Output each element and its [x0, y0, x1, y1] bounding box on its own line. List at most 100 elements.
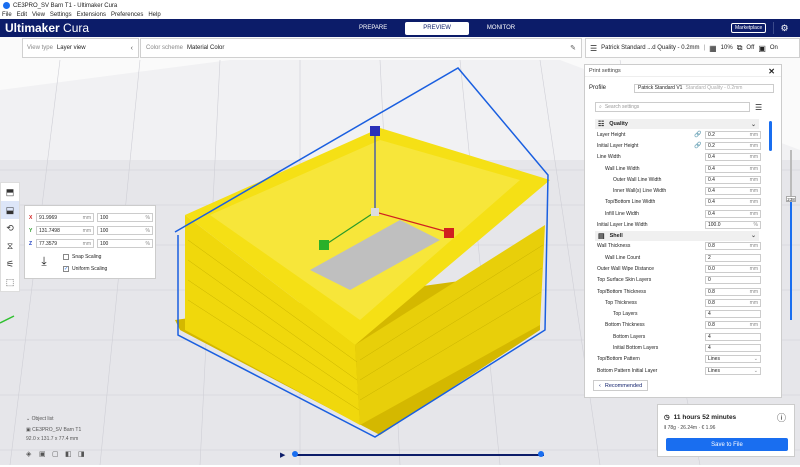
search-icon: ⌕: [599, 104, 602, 110]
path-slider-start-handle[interactable]: [292, 451, 298, 457]
setting-row: Wall Line Count 2: [595, 252, 761, 263]
settings-search-input[interactable]: ⌕ Search settings: [595, 102, 750, 112]
print-setup-bar[interactable]: ☰ Patrick Standard ...d Quality - 0.2mm …: [585, 38, 800, 58]
close-icon[interactable]: ✕: [768, 67, 775, 76]
checkbox-icon: [63, 254, 69, 260]
setting-row: Top/Bottom Line Width 0.4 mm: [595, 197, 761, 208]
setting-value-input[interactable]: 4: [705, 332, 761, 341]
setting-value-input[interactable]: 0.8 mm: [705, 242, 761, 251]
setting-row: Initial Layer Line Width 100.0%: [595, 219, 761, 230]
view-left-icon[interactable]: ◧: [65, 450, 76, 460]
print-settings-panel: Print settings ✕ Profile Patrick Standar…: [584, 64, 782, 398]
setting-value-input[interactable]: 2: [705, 253, 761, 262]
tab-preview[interactable]: PREVIEW: [405, 21, 469, 35]
tab-prepare[interactable]: PREPARE: [341, 22, 405, 35]
setting-value-input[interactable]: 4: [705, 343, 761, 352]
snap-scaling-checkbox[interactable]: Snap Scaling: [63, 254, 101, 260]
info-icon[interactable]: ⓘ: [777, 411, 786, 424]
setting-value-input[interactable]: Lines ⌄: [705, 366, 761, 375]
lower-model-icon[interactable]: ⤓: [35, 254, 53, 274]
settings-list: ☷ Quality ⌄ Layer Height 🔗 0.2 mm Initial La…: [595, 119, 761, 376]
setting-row: Infill Line Width 0.4 mm: [595, 208, 761, 219]
scale-panel: X 91.9969 mm 100% Y 131.7498 mm 100% Z 77.…: [24, 205, 156, 279]
layer-slider-handle[interactable]: 238: [786, 196, 796, 202]
setting-row: Top/Bottom Pattern Lines ⌄: [595, 354, 761, 365]
object-list-toggle[interactable]: ⌄ Object list: [26, 414, 81, 425]
setting-value-input[interactable]: 0.2 mm: [705, 130, 761, 139]
scale-z-pct-input[interactable]: 100%: [97, 239, 153, 248]
setting-value-input[interactable]: 0.4 mm: [705, 209, 761, 218]
profile-label: Profile: [589, 85, 607, 91]
scale-x-mm-input[interactable]: 91.9969 mm: [36, 213, 94, 222]
profile-row: Profile Patrick Standard V1 Standard Qua…: [589, 83, 775, 93]
menu-view[interactable]: View: [32, 12, 45, 18]
support-blocker-icon[interactable]: ⬚: [1, 273, 19, 291]
account-menu-icon[interactable]: ⚙: [773, 22, 795, 34]
menu-preferences[interactable]: Preferences: [111, 12, 143, 18]
setting-row: Top Layers 4: [595, 308, 761, 319]
view-front-icon[interactable]: ▣: [39, 450, 50, 460]
axis-z-label: Z: [29, 240, 33, 247]
link-icon[interactable]: 🔗: [694, 131, 701, 138]
setting-value-input[interactable]: 0.4 mm: [705, 153, 761, 162]
move-tool-icon[interactable]: ⬒: [1, 183, 19, 201]
settings-scrollbar[interactable]: [769, 121, 772, 151]
save-to-file-button[interactable]: Save to File: [666, 438, 788, 451]
uniform-scaling-checkbox[interactable]: ✓ Uniform Scaling: [63, 266, 107, 272]
setting-value-input[interactable]: 0.8 mm: [705, 287, 761, 296]
category-quality[interactable]: ☷ Quality ⌄: [595, 119, 759, 129]
setting-value-input[interactable]: 0.2 mm: [705, 141, 761, 150]
chevron-left-icon[interactable]: ‹: [131, 45, 133, 52]
scale-row-y: Y 131.7498 mm 100%: [29, 226, 156, 235]
view-type-selector[interactable]: View type Layer view ‹: [22, 38, 139, 58]
recommended-button[interactable]: ‹ Recommended: [593, 380, 649, 391]
setting-value-input[interactable]: Lines ⌄: [705, 355, 761, 364]
layer-slider[interactable]: [790, 150, 792, 320]
color-scheme-selector[interactable]: Color scheme Material Color ✎: [140, 38, 582, 58]
tab-monitor[interactable]: MONITOR: [469, 22, 533, 35]
adhesion-icon: ▣: [758, 43, 766, 53]
scale-y-pct-input[interactable]: 100%: [97, 226, 153, 235]
view-top-icon[interactable]: ▢: [52, 450, 63, 460]
menu-settings[interactable]: Settings: [50, 12, 72, 18]
mirror-tool-icon[interactable]: ⧖: [1, 237, 19, 255]
per-model-settings-icon[interactable]: ⚟: [1, 255, 19, 273]
scale-x-pct-input[interactable]: 100%: [97, 213, 153, 222]
setting-value-input[interactable]: 100.0%: [705, 221, 761, 230]
setting-value-input[interactable]: 0.4 mm: [705, 187, 761, 196]
setting-value-input[interactable]: 0.4 mm: [705, 164, 761, 173]
menu-file[interactable]: File: [2, 12, 12, 18]
view-3d-icon[interactable]: ◈: [26, 450, 37, 460]
path-slider-handle[interactable]: [538, 451, 544, 457]
marketplace-button[interactable]: Marketplace: [731, 23, 767, 33]
setting-value-input[interactable]: 4: [705, 310, 761, 319]
menu-help[interactable]: Help: [148, 12, 160, 18]
link-icon[interactable]: 🔗: [694, 142, 701, 149]
menu-extensions[interactable]: Extensions: [77, 12, 106, 18]
profile-select[interactable]: Patrick Standard V1 Standard Quality - 0…: [634, 83, 774, 93]
scale-tool-icon[interactable]: ⬓: [1, 201, 19, 219]
setting-value-input[interactable]: 0.8 mm: [705, 321, 761, 330]
menu-icon[interactable]: ☰: [755, 103, 762, 112]
scale-z-mm-input[interactable]: 77.3579 mm: [36, 239, 94, 248]
output-panel: ◷ 11 hours 52 minutes ⓘ ⦀ 78g · 26.24m ·…: [657, 404, 795, 457]
menu-edit[interactable]: Edit: [17, 12, 27, 18]
view-right-icon[interactable]: ◨: [78, 450, 89, 460]
setting-row: Outer Wall Wipe Distance 0.0 mm: [595, 263, 761, 274]
rotate-tool-icon[interactable]: ⟲: [1, 219, 19, 237]
path-slider[interactable]: [294, 454, 544, 456]
setting-value-input[interactable]: 0.8 mm: [705, 298, 761, 307]
view-orientation-buttons: ◈ ▣ ▢ ◧ ◨: [26, 450, 91, 460]
setting-value-input[interactable]: 0.4 mm: [705, 198, 761, 207]
setting-value-input[interactable]: 0: [705, 276, 761, 285]
play-icon[interactable]: ▶: [280, 451, 285, 459]
scale-y-mm-input[interactable]: 131.7498 mm: [36, 226, 94, 235]
axis-x-label: X: [29, 214, 33, 221]
object-info: ⌄ Object list ▣ CE3PRO_SV Barn T1 92.0 x…: [26, 414, 81, 442]
setting-value-input[interactable]: 0.4 mm: [705, 175, 761, 184]
setting-value-input[interactable]: 0.0 mm: [705, 264, 761, 273]
setting-row: Inner Wall(s) Line Width 0.4 mm: [595, 185, 761, 196]
category-shell[interactable]: ▤ Shell ⌄: [595, 230, 759, 241]
setting-row: Bottom Pattern Initial Layer Lines ⌄: [595, 365, 761, 376]
pencil-icon[interactable]: ✎: [570, 44, 576, 52]
